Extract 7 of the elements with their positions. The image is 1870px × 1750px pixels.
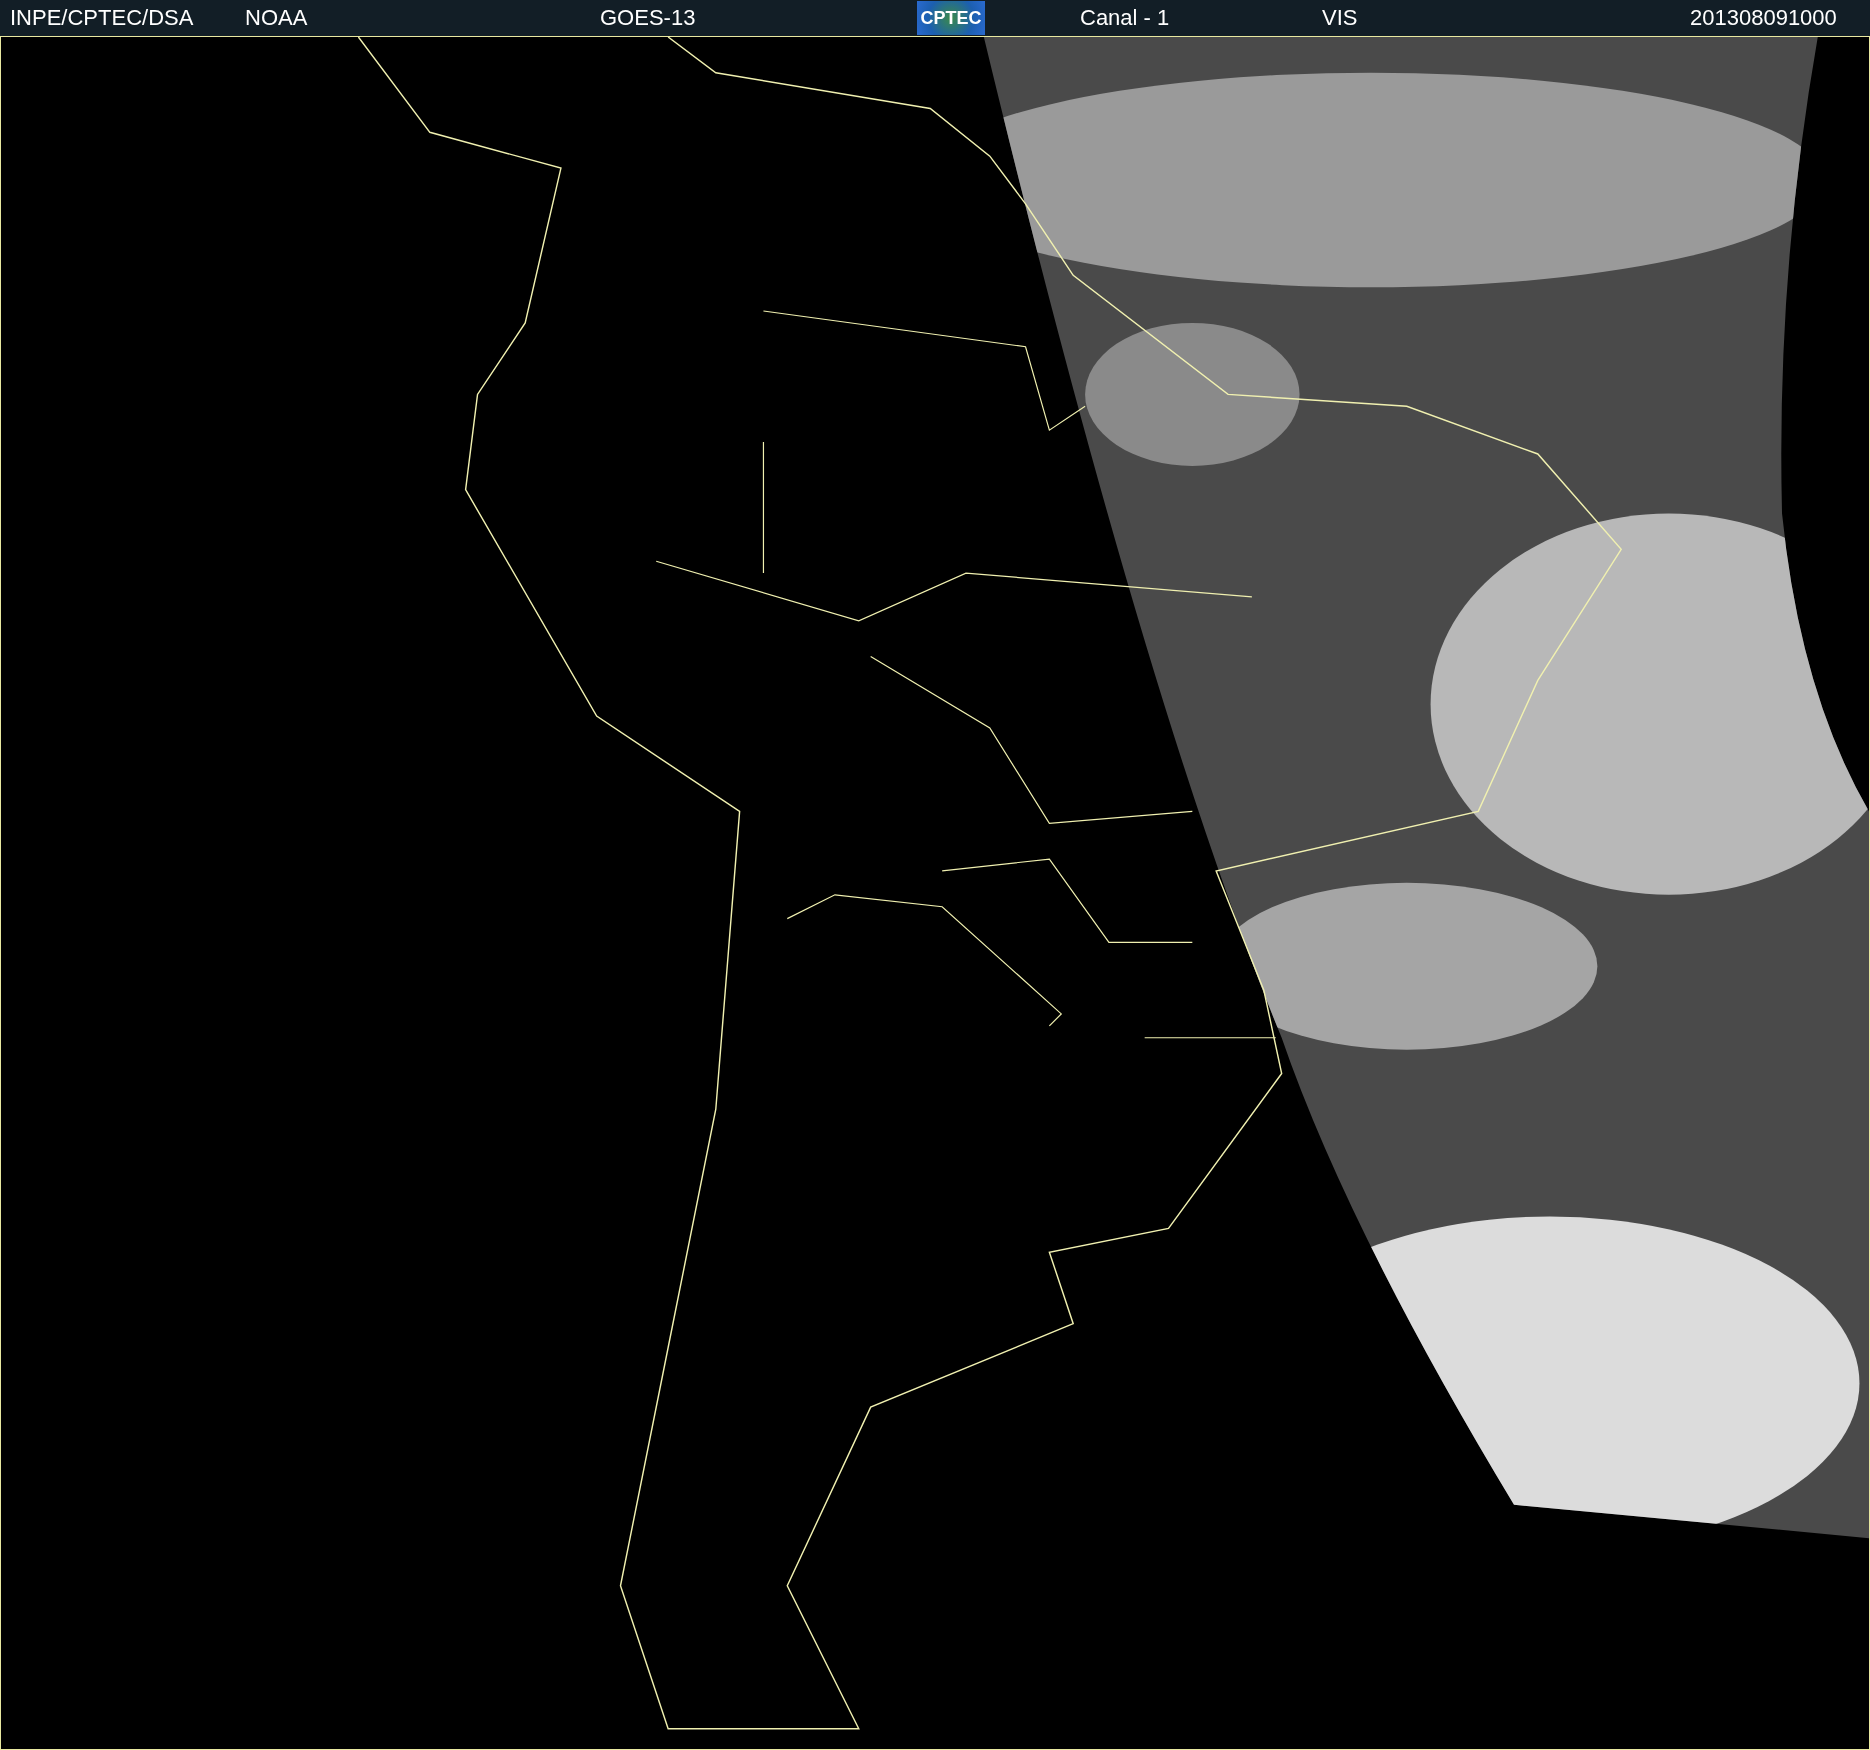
institution-label: INPE/CPTEC/DSA — [10, 5, 194, 31]
satellite-label: GOES-13 — [600, 5, 696, 31]
band-label: VIS — [1322, 5, 1358, 31]
logo: CPTEC — [917, 1, 985, 35]
channel-label: Canal - 1 — [1080, 5, 1170, 31]
timestamp-label: 201308091000 — [1690, 5, 1837, 31]
agency-label: NOAA — [245, 5, 308, 31]
